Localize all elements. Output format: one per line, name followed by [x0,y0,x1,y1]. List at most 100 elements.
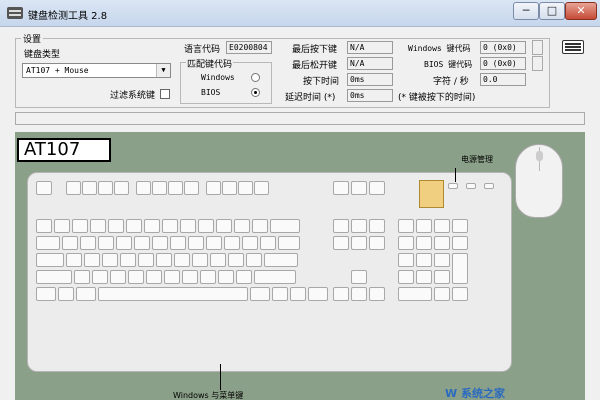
keyboard-key [114,181,129,195]
keyboard-icon [562,40,584,54]
keyboard-key [182,270,198,284]
language-code-field: E0200804 [226,41,272,54]
keyboard-key [398,219,414,233]
delay-time-field: 0ms [347,89,393,102]
keyboard-key [398,253,414,267]
keyboard-key [134,236,150,250]
keyboard-model-label: AT107 [17,138,111,162]
last-pressed-field: N/A [347,41,393,54]
keyboard-key [260,236,276,250]
windows-keycode-indicator [532,40,543,55]
keyboard-image-panel: AT107 电源管理 Windows 与菜单键 [15,132,585,400]
keyboard-key [224,236,240,250]
bios-keycode-indicator [532,56,543,71]
keyboard-key [98,181,113,195]
keyboard-key [238,181,253,195]
mouse-icon [515,144,563,218]
keyboard-key [36,236,60,250]
keyboard-key [66,253,82,267]
minimize-button[interactable]: ─ [513,2,539,20]
keyboard-key [138,253,154,267]
keyboard-key [290,287,306,301]
keyboard-key [136,181,151,195]
match-windows-label: Windows [201,73,235,82]
match-bios-label: BIOS [201,88,221,97]
last-pressed-label: 最后按下键 [292,45,338,55]
keyboard-key [254,270,296,284]
keyboard-key [162,219,178,233]
filter-system-keys-checkbox[interactable] [160,89,170,99]
close-button[interactable]: ✕ [565,2,597,20]
keyboard-key [102,253,118,267]
keyboard-key [76,287,96,301]
language-code-label: 语言代码 [184,45,221,55]
match-bios-radio[interactable] [251,88,260,97]
keyboard-key [36,287,56,301]
keyboard-key [351,270,367,284]
delay-time-label: 延迟时间 (*) [285,93,336,103]
keyboard-key [484,183,494,189]
keyboard-key [333,181,349,195]
keyboard-key [218,270,234,284]
settings-group-title: 设置 [21,32,44,45]
keyboard-key [351,236,367,250]
keyboard-key [146,270,162,284]
keyboard-key [92,270,108,284]
keyboard-key [333,287,349,301]
keyboard-key [110,270,126,284]
keyboard-key [152,236,168,250]
maximize-button[interactable]: □ [539,2,565,20]
keyboard-key [416,236,432,250]
keyboard-key [216,219,232,233]
keyboard-key [434,219,450,233]
chevron-down-icon[interactable]: ▼ [156,64,170,77]
keyboard-key [369,236,385,250]
status-bar [15,112,585,125]
keyboard-key [270,219,300,233]
keyboard-key [66,181,81,195]
keyboard-key [398,270,414,284]
keyboard-key [198,219,214,233]
keyboard-key [234,219,250,233]
keyboard-key [398,236,414,250]
power-management-callout: 电源管理 [461,155,493,164]
keyboard-key [452,236,468,250]
keyboard-key [72,219,88,233]
keyboard-key [170,236,186,250]
last-released-label: 最后松开键 [292,61,338,71]
keyboard-key [242,236,258,250]
keyboard-key [250,287,270,301]
windows-keycode-label: Windows 键代码 [408,44,471,53]
keyboard-key [252,219,268,233]
keyboard-type-label: 键盘类型 [24,50,61,60]
keyboard-key [180,219,196,233]
keyboard-key [82,181,97,195]
press-time-label: 按下时间 [303,77,340,87]
keyboard-key [333,236,349,250]
keyboard-key [369,181,385,195]
delay-time-note: (* 键被按下的时间) [398,93,476,103]
keyboard-key [188,236,204,250]
keyboard-key [452,253,468,284]
keyboard-type-select[interactable]: AT107 + Mouse ▼ [22,63,171,78]
keyboard-key [398,287,432,301]
keyboard-key [192,253,208,267]
keyboard-key [206,181,221,195]
keyboard-key [126,219,142,233]
keyboard-key [448,183,458,189]
keyboard-key [128,270,144,284]
window-title: 键盘检测工具 2.8 [28,11,108,22]
keyboard-key [152,181,167,195]
bios-keycode-field: 0 (0x0) [480,57,526,70]
keyboard-key [351,219,367,233]
power-management-leader [455,168,456,182]
app-keyboard-icon [7,7,23,19]
keyboard-key [434,236,450,250]
keyboard-key [228,253,244,267]
chars-per-sec-label: 字符 / 秒 [433,77,469,87]
match-windows-radio[interactable] [251,73,260,82]
keyboard-key [36,253,64,267]
keyboard-key [333,219,349,233]
keyboard-key [184,181,199,195]
keyboard-key [36,181,52,195]
